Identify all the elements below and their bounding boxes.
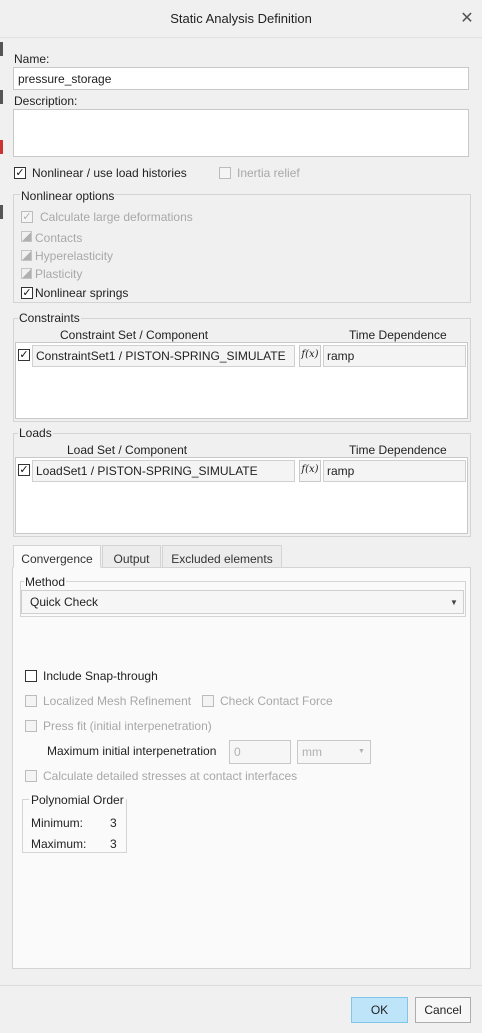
method-select-value: Quick Check	[30, 595, 99, 609]
background-edge	[0, 90, 3, 104]
poly-max-label: Maximum:	[31, 837, 87, 851]
poly-min-label: Minimum:	[31, 816, 84, 830]
poly-min-value: 3	[110, 816, 117, 830]
contacts-label: Contacts	[35, 231, 83, 245]
chevron-down-icon[interactable]: ▼	[358, 748, 365, 755]
large-deformations-checkbox[interactable]: ✓	[21, 211, 33, 223]
window-title: Static Analysis Definition	[170, 11, 312, 26]
cancel-button[interactable]: Cancel	[415, 997, 471, 1023]
constraints-col-component: Constraint Set / Component	[60, 328, 209, 342]
constraint-row-component[interactable]: ConstraintSet1 / PISTON-SPRING_SIMULATE	[32, 345, 295, 367]
constraint-row-checkbox[interactable]: ✓	[18, 349, 30, 361]
snap-through-label: Include Snap-through	[43, 669, 158, 683]
constraints-col-time: Time Dependence	[349, 328, 447, 342]
load-row-time[interactable]: ramp	[323, 460, 466, 482]
snap-through-checkbox[interactable]	[25, 670, 37, 682]
background-edge	[0, 205, 3, 219]
load-row-checkbox[interactable]: ✓	[18, 464, 30, 476]
background-edge	[0, 140, 3, 154]
check-contact-label: Check Contact Force	[220, 694, 333, 708]
description-label: Description:	[14, 94, 78, 108]
loads-col-time: Time Dependence	[349, 443, 447, 457]
method-select[interactable]: Quick Check	[21, 590, 464, 614]
nonlinear-label: Nonlinear / use load histories	[32, 166, 187, 180]
fx-icon[interactable]: f(x)	[299, 345, 321, 367]
loads-title: Loads	[18, 426, 53, 440]
plasticity-indeterminate-icon[interactable]	[21, 268, 32, 279]
nonlinear-springs-label: Nonlinear springs	[35, 286, 129, 300]
hyperelasticity-indeterminate-icon[interactable]	[21, 250, 32, 261]
nonlinear-springs-checkbox[interactable]: ✓	[21, 287, 33, 299]
tab-excluded-elements[interactable]: Excluded elements	[162, 545, 282, 567]
nonlinear-options-title: Nonlinear options	[20, 189, 116, 203]
unit-select-value: mm	[302, 745, 322, 759]
check-contact-checkbox[interactable]	[202, 695, 214, 707]
max-interpenetration-label: Maximum initial interpenetration	[47, 744, 217, 758]
hyperelasticity-label: Hyperelasticity	[35, 249, 114, 263]
tab-panel	[12, 567, 471, 969]
method-label: Method	[24, 575, 67, 589]
tab-output[interactable]: Output	[102, 545, 161, 567]
chevron-down-icon[interactable]: ▼	[450, 598, 458, 607]
press-fit-checkbox[interactable]	[25, 720, 37, 732]
contacts-indeterminate-icon[interactable]	[21, 231, 32, 242]
footer-divider	[0, 985, 482, 986]
name-input[interactable]: pressure_storage	[13, 67, 469, 90]
press-fit-label: Press fit (initial interpenetration)	[43, 719, 212, 733]
max-interpenetration-input[interactable]: 0	[229, 740, 291, 764]
inertia-relief-checkbox[interactable]	[219, 167, 231, 179]
localized-mesh-checkbox[interactable]	[25, 695, 37, 707]
ok-button[interactable]: OK	[351, 997, 408, 1023]
load-row-component[interactable]: LoadSet1 / PISTON-SPRING_SIMULATE	[32, 460, 295, 482]
localized-mesh-label: Localized Mesh Refinement	[43, 694, 192, 708]
tab-convergence[interactable]: Convergence	[13, 545, 101, 568]
detailed-stresses-checkbox[interactable]	[25, 770, 37, 782]
large-deformations-label: Calculate large deformations	[40, 210, 193, 224]
nonlinear-checkbox[interactable]: ✓	[14, 167, 26, 179]
constraint-row-time[interactable]: ramp	[323, 345, 466, 367]
inertia-relief-label: Inertia relief	[237, 166, 300, 180]
poly-max-value: 3	[110, 837, 117, 851]
background-edge	[0, 42, 3, 56]
name-label: Name:	[14, 52, 50, 66]
description-input[interactable]	[13, 109, 469, 157]
detailed-stresses-label: Calculate detailed stresses at contact i…	[43, 769, 298, 783]
polynomial-order-title: Polynomial Order	[29, 793, 126, 807]
fx-icon[interactable]: f(x)	[299, 460, 321, 482]
loads-col-component: Load Set / Component	[67, 443, 188, 457]
plasticity-label: Plasticity	[35, 267, 83, 281]
close-icon[interactable]: ✕	[458, 8, 476, 28]
constraints-title: Constraints	[18, 311, 81, 325]
